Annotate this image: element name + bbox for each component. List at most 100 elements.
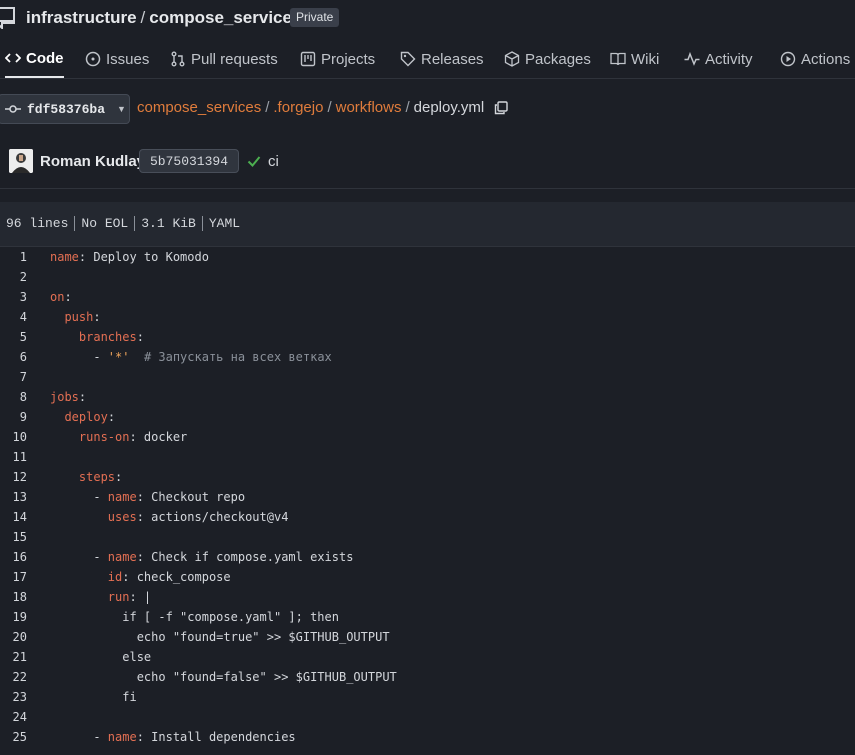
line-number[interactable]: 12: [0, 467, 27, 487]
tab-label: Actions: [801, 50, 851, 68]
line-number[interactable]: 4: [0, 307, 27, 327]
latest-commit-bar: Roman Kudlay 5b75031394 ci: [0, 134, 855, 189]
code-view: 1 name: Deploy to Komodo 2 3 on: 4 push: 5 bra…: [0, 247, 855, 755]
file-header: 96 lines No EOL 3.1 KiB YAML: [0, 202, 855, 247]
code-line: 13 - name: Checkout repo: [0, 487, 855, 507]
code-line: 8 jobs:: [0, 387, 855, 407]
code-token: name: [107, 490, 137, 504]
avatar[interactable]: [9, 149, 33, 173]
tab-label: Pull requests: [191, 50, 278, 68]
tab-label: Releases: [421, 50, 484, 68]
tab-packages[interactable]: Packages: [504, 40, 591, 78]
code-token: : Deploy to Komodo: [78, 250, 209, 264]
tab-actions[interactable]: Actions: [780, 40, 850, 78]
code-line: 12 steps:: [0, 467, 855, 487]
tab-label: Wiki: [631, 50, 660, 68]
breadcrumb-link-workflows[interactable]: workflows: [336, 99, 402, 116]
tab-label: Packages: [525, 50, 591, 68]
repo-owner-link[interactable]: infrastructure: [26, 8, 137, 27]
line-number[interactable]: 14: [0, 507, 27, 527]
repo-name-link[interactable]: compose_services: [149, 8, 301, 27]
code-line: 4 push:: [0, 307, 855, 327]
tab-wiki[interactable]: Wiki: [610, 40, 659, 78]
code-token: name: [107, 730, 137, 744]
line-number[interactable]: 5: [0, 327, 27, 347]
code-token: runs-on: [78, 430, 130, 444]
copy-icon[interactable]: [494, 100, 508, 115]
code-line: 7: [0, 367, 855, 387]
line-number[interactable]: 22: [0, 667, 27, 687]
line-number[interactable]: 19: [0, 607, 27, 627]
line-content: echo "found=false" >> $GITHUB_OUTPUT: [50, 667, 397, 687]
line-number[interactable]: 2: [0, 267, 27, 287]
line-content: push:: [50, 307, 100, 327]
line-number[interactable]: 8: [0, 387, 27, 407]
line-number[interactable]: 9: [0, 407, 27, 427]
ref-selector-button[interactable]: fdf58376ba ▼: [0, 94, 130, 124]
tag-icon: [400, 51, 416, 67]
package-icon: [504, 51, 520, 67]
line-number[interactable]: 1: [0, 247, 27, 267]
breadcrumb-separator: /: [265, 99, 270, 116]
line-number[interactable]: 20: [0, 627, 27, 647]
tab-projects[interactable]: Projects: [300, 40, 375, 78]
line-number[interactable]: 23: [0, 687, 27, 707]
breadcrumb-separator: /: [405, 99, 410, 116]
commit-author[interactable]: Roman Kudlay: [40, 153, 145, 170]
repo-title: infrastructure / compose_services: [26, 8, 301, 28]
line-number[interactable]: 21: [0, 647, 27, 667]
code-token: : docker: [129, 430, 188, 444]
tab-releases[interactable]: Releases: [400, 40, 484, 78]
tab-activity[interactable]: Activity: [684, 40, 753, 78]
code-token: branches: [78, 330, 137, 344]
line-number[interactable]: 13: [0, 487, 27, 507]
code-line: 16 - name: Check if compose.yaml exists: [0, 547, 855, 567]
line-number[interactable]: 25: [0, 727, 27, 747]
line-content: fi: [50, 687, 137, 707]
code-token: fi: [50, 690, 137, 704]
line-number[interactable]: 24: [0, 707, 27, 727]
line-number[interactable]: 15: [0, 527, 27, 547]
code-line: 17 id: check_compose: [0, 567, 855, 587]
tab-pull-requests[interactable]: Pull requests: [170, 40, 278, 78]
file-eol: No EOL: [74, 216, 134, 231]
line-number[interactable]: 16: [0, 547, 27, 567]
line-number[interactable]: 18: [0, 587, 27, 607]
line-number[interactable]: 3: [0, 287, 27, 307]
code-line: 18 run: |: [0, 587, 855, 607]
code-line: 6 - '*' # Запускать на всех ветках: [0, 347, 855, 367]
line-number[interactable]: 17: [0, 567, 27, 587]
code-line: 24: [0, 707, 855, 727]
line-number[interactable]: 7: [0, 367, 27, 387]
pulse-icon: [684, 51, 700, 66]
code-token: jobs: [50, 390, 79, 404]
code-line: 22 echo "found=false" >> $GITHUB_OUTPUT: [0, 667, 855, 687]
code-token: -: [50, 350, 108, 364]
line-content: on:: [50, 287, 72, 307]
line-content: name: Deploy to Komodo: [50, 247, 209, 267]
line-number[interactable]: 6: [0, 347, 27, 367]
line-content: deploy:: [50, 407, 115, 427]
breadcrumb-link-forgejo[interactable]: .forgejo: [273, 99, 323, 116]
code-line: 5 branches:: [0, 327, 855, 347]
commit-message[interactable]: ci: [268, 153, 279, 170]
line-number[interactable]: 11: [0, 447, 27, 467]
file-line-count: 96 lines: [6, 216, 69, 231]
code-line: 10 runs-on: docker: [0, 427, 855, 447]
tab-issues[interactable]: Issues: [85, 40, 149, 78]
breadcrumb-link-repo[interactable]: compose_services: [137, 99, 261, 116]
repo-icon: [0, 7, 15, 29]
commit-sha-button[interactable]: 5b75031394: [139, 149, 240, 173]
line-content: - name: Check if compose.yaml exists: [50, 547, 353, 567]
issue-icon: [85, 51, 101, 67]
tab-code[interactable]: Code: [5, 40, 64, 78]
code-line: 14 uses: actions/checkout@v4: [0, 507, 855, 527]
line-number[interactable]: 10: [0, 427, 27, 447]
line-content: - name: Checkout repo: [50, 487, 245, 507]
code-token: id: [107, 570, 123, 584]
